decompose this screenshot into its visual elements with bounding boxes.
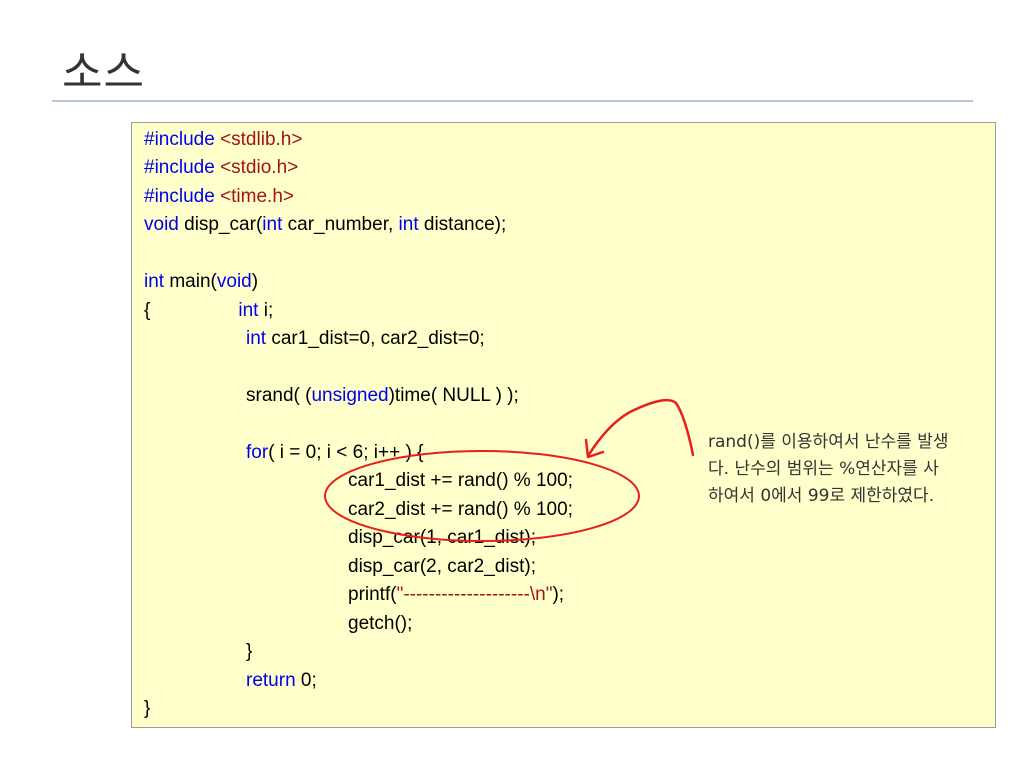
code-keyword: int — [398, 214, 419, 236]
code-text: ) — [251, 271, 259, 293]
code-text: { — [144, 299, 151, 321]
code-text: } — [144, 698, 151, 719]
code-line: srand( (unsigned)time( NULL ) ); — [144, 382, 519, 410]
code-string: <stdlib.h> — [220, 129, 303, 150]
code-keyword: int — [144, 271, 165, 293]
code-line: #include <stdlib.h> — [144, 126, 302, 154]
code-keyword: #include — [144, 185, 221, 207]
code-line: printf("--------------------\n"); — [144, 581, 564, 609]
code-text: car1_dist=0, car2_dist=0; — [266, 328, 485, 350]
code-keyword: int — [238, 299, 259, 321]
code-text: getch(); — [348, 612, 413, 634]
code-keyword: int — [246, 328, 267, 350]
annotation-line: 하여서 0에서 99로 제한하였다. — [708, 486, 935, 506]
code-text: car_number, — [282, 214, 399, 236]
slide-title: 소스 — [62, 47, 145, 98]
code-text: disp_car( — [178, 214, 263, 236]
annotation-line: 다. 난수의 범위는 %연산자를 사 — [708, 459, 939, 479]
code-string: <time.h> — [220, 185, 294, 207]
code-line: disp_car(2, car2_dist); — [144, 553, 536, 581]
title-divider — [52, 100, 973, 102]
code-keyword: #include — [144, 129, 221, 150]
code-line: int car1_dist=0, car2_dist=0; — [144, 325, 485, 353]
code-text: )time( NULL ) ); — [388, 385, 519, 407]
code-keyword: unsigned — [311, 385, 389, 407]
code-line: return 0; — [144, 667, 317, 695]
code-line: disp_car(1, car1_dist); — [144, 524, 536, 552]
code-string: "--------------------\n" — [396, 584, 553, 606]
code-line: } — [144, 695, 150, 723]
code-line: car2_dist += rand() % 100; — [144, 496, 573, 524]
code-line: car1_dist += rand() % 100; — [144, 467, 573, 495]
code-string: <stdio.h> — [220, 157, 299, 179]
code-keyword: return — [246, 669, 296, 691]
code-keyword: void — [216, 271, 252, 293]
code-line: { int i; — [144, 297, 273, 325]
code-block: #include <stdlib.h> #include <stdio.h> #in… — [131, 122, 996, 728]
slide: 소스 #include <stdlib.h> #include <stdio.h>… — [0, 0, 1024, 768]
code-line: int main(void) — [144, 268, 258, 296]
annotation-text: rand()를 이용하여서 난수를 발생 다. 난수의 범위는 %연산자를 사 … — [708, 429, 1024, 510]
code-text: disp_car(1, car1_dist); — [348, 527, 536, 549]
code-text: srand( ( — [246, 385, 312, 407]
code-text: ( i = 0; i < 6; i++ ) { — [268, 441, 424, 463]
code-line: } — [144, 638, 252, 666]
code-text: disp_car(2, car2_dist); — [348, 555, 536, 577]
annotation-line: rand()를 이용하여서 난수를 발생 — [708, 432, 949, 452]
code-text: distance); — [418, 214, 507, 236]
code-text: ); — [552, 584, 565, 606]
code-text: printf( — [348, 584, 397, 606]
code-keyword: int — [262, 214, 283, 236]
code-text: main( — [164, 271, 217, 293]
code-text: } — [246, 641, 253, 663]
code-text: i; — [258, 299, 274, 321]
code-text: car2_dist += rand() % 100; — [348, 498, 573, 520]
code-keyword: void — [144, 214, 179, 236]
code-line: getch(); — [144, 610, 412, 638]
code-text: 0; — [295, 669, 317, 691]
code-keyword: #include — [144, 157, 221, 179]
code-line: #include <stdio.h> — [144, 154, 298, 182]
code-line: for( i = 0; i < 6; i++ ) { — [144, 439, 423, 467]
code-line: #include <time.h> — [144, 183, 294, 211]
code-keyword: for — [246, 441, 269, 463]
code-line: void disp_car(int car_number, int distan… — [144, 211, 506, 239]
code-text: car1_dist += rand() % 100; — [348, 470, 573, 492]
